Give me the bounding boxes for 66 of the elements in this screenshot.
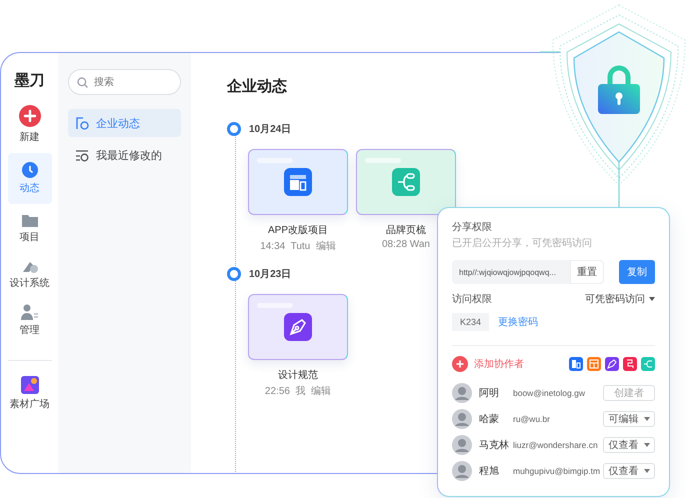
access-dropdown[interactable]: 可凭密码访问 — [585, 292, 655, 306]
project-meta: 08:28 Wan — [382, 239, 430, 250]
sidebar-item[interactable]: 管理 — [8, 299, 52, 342]
reset-button[interactable]: 重置 — [570, 260, 604, 284]
caret-icon — [644, 417, 650, 421]
role-dropdown[interactable]: 仅查看 — [603, 437, 655, 453]
collaborator-email: muhgupivu@bimgip.tm — [513, 466, 600, 476]
caret-icon — [649, 297, 655, 301]
folder-icon — [22, 213, 38, 227]
panel-subtitle: 已开启公开分享，可凭密码访问 — [452, 236, 593, 250]
avatar — [452, 461, 472, 481]
avatar — [452, 383, 472, 403]
project-meta: 22:56 我 编辑 — [264, 384, 332, 398]
project-thumbnail[interactable] — [248, 294, 348, 360]
role-dropdown[interactable]: 仅查看 — [603, 463, 655, 479]
collaborator-name: 哈蒙 — [479, 412, 500, 426]
caret-icon — [644, 469, 650, 473]
collaborator-email: liuzr@wondershare.cn — [513, 440, 598, 450]
collaborator-email: boow@inetolog.gw — [513, 388, 585, 398]
app-logo: 墨刀 — [14, 71, 44, 90]
caret-icon — [644, 443, 650, 447]
search-icon — [77, 76, 88, 88]
access-label: 访问权限 — [452, 292, 492, 306]
page-title: 企业动态 — [227, 77, 288, 96]
collaborator-name: 阿明 — [479, 387, 500, 400]
avatar — [452, 435, 472, 455]
sidebar-item[interactable]: 新建 — [8, 100, 52, 149]
collaborator-email: ru@wu.br — [513, 414, 550, 424]
pen-nib-icon — [284, 313, 312, 341]
timeline-dot — [227, 122, 241, 136]
password-field: K234 — [452, 313, 490, 331]
image-icon — [20, 376, 38, 394]
project-name[interactable]: APP改版项目 — [268, 223, 328, 237]
collaborator-name: 程旭 — [479, 464, 500, 478]
project-name[interactable]: 品牌页梳 — [386, 223, 426, 237]
plus-icon — [452, 356, 468, 372]
role-dropdown[interactable]: 可编辑 — [603, 411, 655, 427]
date-label: 10月23日 — [249, 268, 292, 281]
sidebar-item[interactable]: 动态 — [8, 153, 52, 204]
document-clock-icon — [76, 116, 89, 130]
clock-icon — [22, 162, 38, 178]
sidebar-item[interactable]: 设计系统 — [8, 253, 52, 295]
project-name[interactable]: 设计规范 — [278, 368, 318, 382]
layout-icon — [284, 168, 312, 196]
plus-icon — [18, 105, 40, 127]
search-field[interactable]: 搜索 — [68, 69, 181, 95]
user-icon — [20, 304, 38, 320]
sidebar-item[interactable]: 素材广场 — [8, 371, 52, 416]
pen-nib-icon[interactable] — [605, 357, 619, 371]
grid-icon[interactable] — [587, 357, 601, 371]
project-thumbnail[interactable] — [248, 149, 348, 215]
project-thumbnail[interactable] — [356, 149, 456, 215]
copy-button[interactable]: 复制 — [619, 260, 655, 284]
nav-item[interactable]: 我最近修改的 — [68, 141, 181, 169]
avatar — [452, 409, 472, 429]
link-field[interactable]: http//:wjqiowqjowjpqoqwq... — [452, 260, 570, 284]
date-label: 10月24日 — [249, 123, 292, 136]
history-icon — [76, 148, 89, 162]
panel-title: 分享权限 — [452, 220, 493, 234]
timeline-dot — [227, 267, 241, 281]
mindmap-icon — [392, 168, 420, 196]
flowchart-icon[interactable] — [623, 357, 637, 371]
collaborator-name: 马克林 — [479, 438, 510, 452]
sidebar-item[interactable]: 项目 — [8, 208, 52, 249]
layout-icon[interactable] — [569, 357, 583, 371]
project-meta: 14:34 Tutu 编辑 — [260, 240, 336, 253]
